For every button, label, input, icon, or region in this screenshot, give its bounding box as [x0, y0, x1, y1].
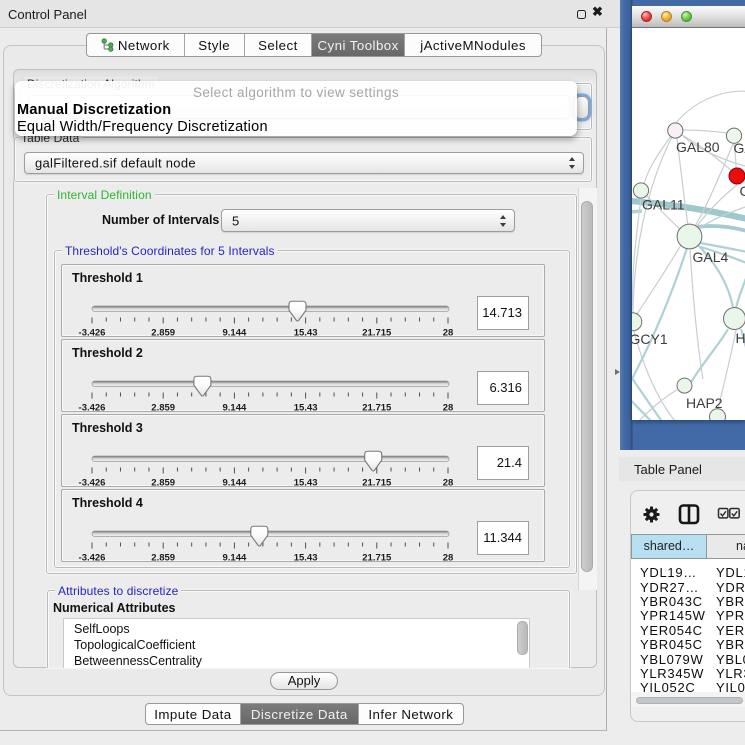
svg-text:15.43: 15.43 [294, 403, 318, 414]
svg-text:9.144: 9.144 [223, 403, 247, 414]
svg-text:GAL4: GAL4 [693, 249, 729, 265]
svg-text:2.859: 2.859 [151, 553, 175, 564]
svg-text:CY: CY [740, 183, 745, 199]
svg-text:-3.426: -3.426 [79, 328, 106, 339]
svg-text:9.144: 9.144 [223, 328, 247, 339]
svg-text:28: 28 [443, 553, 454, 564]
svg-text:2.859: 2.859 [151, 328, 175, 339]
svg-text:2.859: 2.859 [151, 403, 175, 414]
svg-text:GCY1: GCY1 [632, 331, 668, 347]
svg-text:GAL: GAL [734, 140, 745, 156]
svg-text:-3.426: -3.426 [79, 478, 106, 489]
svg-text:28: 28 [443, 403, 454, 414]
svg-text:21.715: 21.715 [362, 403, 392, 414]
svg-text:GAL11: GAL11 [642, 197, 685, 213]
svg-text:2.859: 2.859 [151, 478, 175, 489]
svg-text:9.144: 9.144 [223, 478, 247, 489]
svg-text:15.43: 15.43 [294, 328, 318, 339]
svg-text:15.43: 15.43 [294, 478, 318, 489]
svg-text:21.715: 21.715 [362, 553, 392, 564]
svg-text:21.715: 21.715 [362, 328, 392, 339]
svg-text:-3.426: -3.426 [79, 403, 106, 414]
svg-text:21.715: 21.715 [362, 478, 392, 489]
svg-text:-3.426: -3.426 [79, 553, 106, 564]
svg-text:HAP2: HAP2 [686, 395, 723, 411]
svg-text:28: 28 [443, 478, 454, 489]
svg-text:HI: HI [736, 330, 745, 346]
svg-text:15.43: 15.43 [294, 553, 318, 564]
svg-text:9.144: 9.144 [223, 553, 247, 564]
svg-text:GAL80: GAL80 [676, 139, 720, 155]
svg-text:28: 28 [443, 328, 454, 339]
